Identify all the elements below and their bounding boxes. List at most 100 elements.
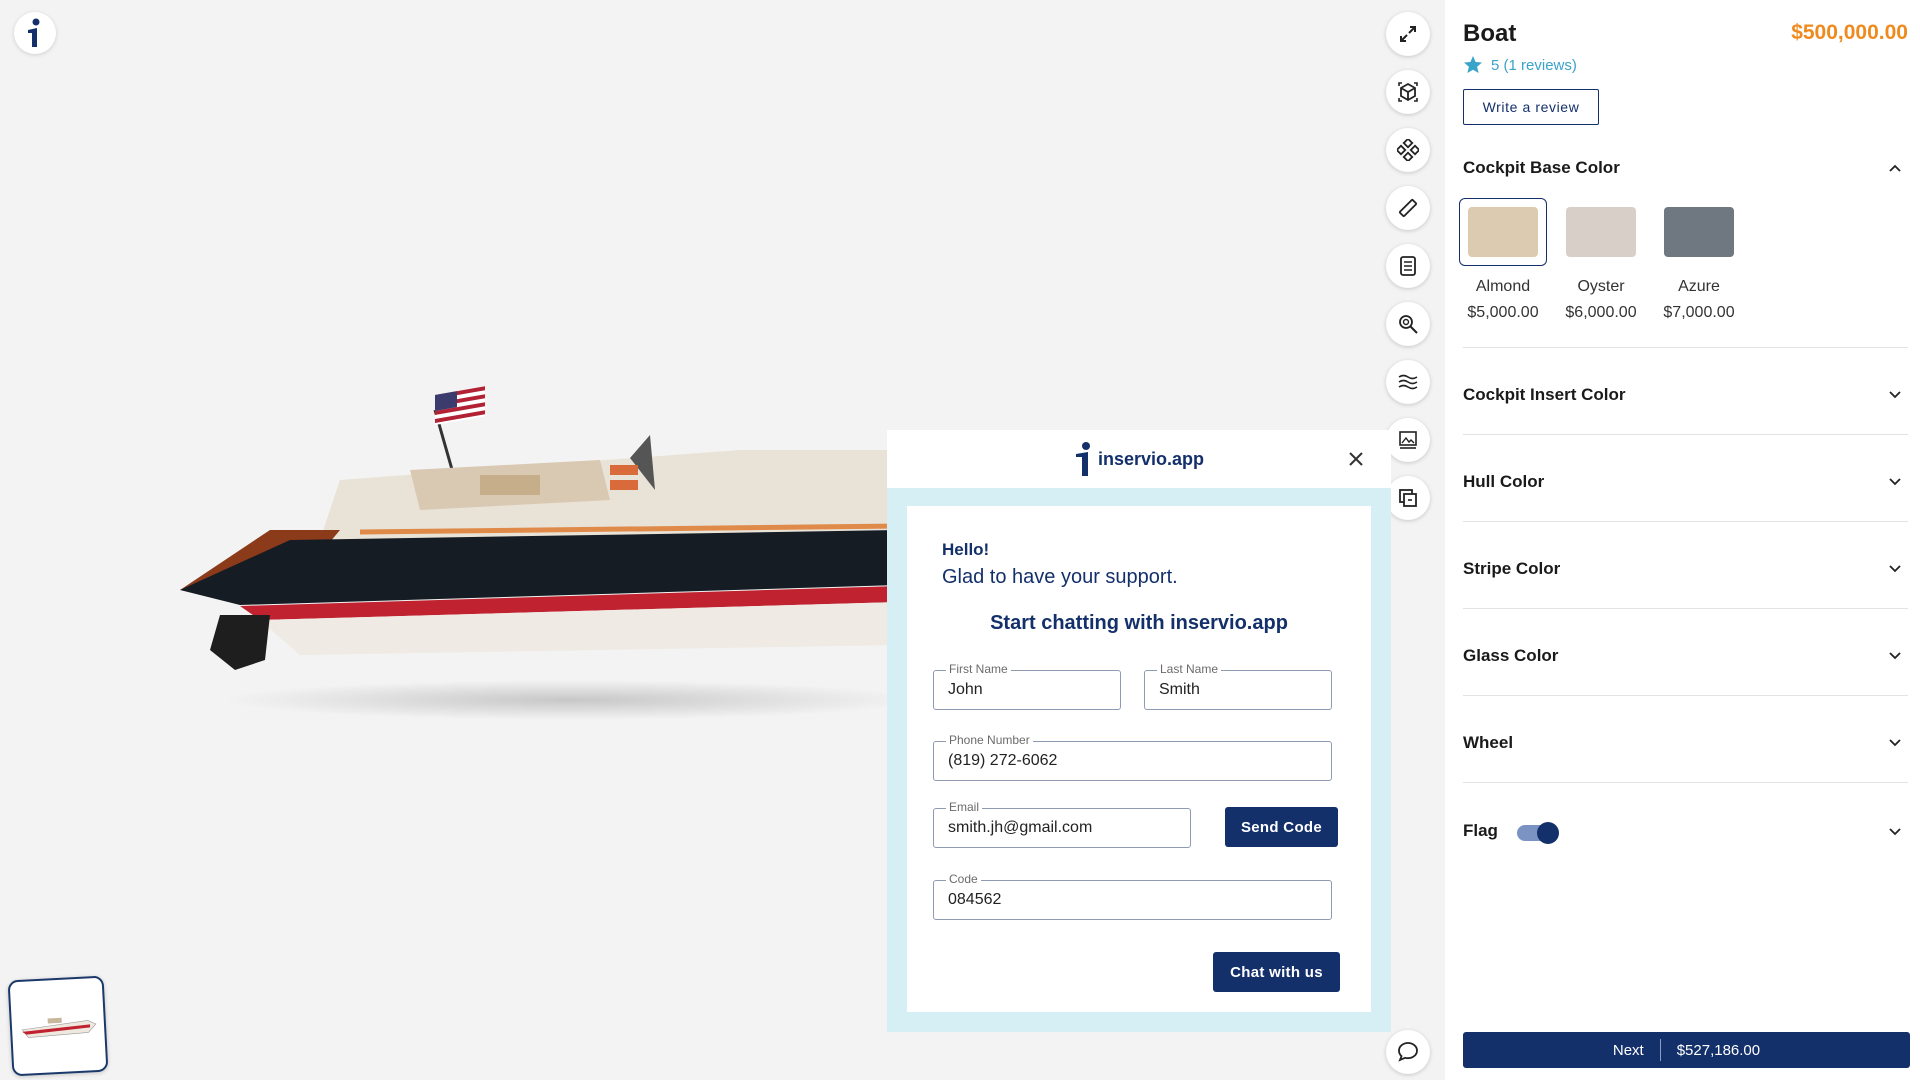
viewer-toolbar (1386, 12, 1432, 534)
swatch-almond[interactable]: Almond $5,000.00 (1459, 198, 1547, 322)
close-icon (1349, 452, 1363, 466)
notes-button[interactable] (1386, 244, 1430, 288)
chevron-down-icon (1889, 828, 1901, 836)
chat-modal: inservio.app Hello! Glad to have your su… (887, 430, 1391, 1032)
close-button[interactable] (1345, 448, 1367, 470)
swatch-color (1468, 207, 1538, 257)
hotspots-icon (1397, 139, 1419, 161)
last-name-field[interactable]: Last Name Smith (1144, 662, 1332, 710)
ar-cube-icon (1398, 82, 1418, 102)
chevron-down-icon (1889, 739, 1901, 747)
review-count[interactable]: (1 reviews) (1504, 57, 1577, 74)
first-name-field[interactable]: First Name John (933, 662, 1121, 710)
code-field[interactable]: Code 084562 (933, 872, 1332, 920)
greeting-heading: Hello! (942, 540, 990, 559)
swatch-name: Almond (1475, 278, 1531, 295)
copy-button[interactable] (1386, 476, 1430, 520)
swatch-oyster[interactable]: Oyster $6,000.00 (1561, 198, 1641, 322)
swatch-price: $5,000.00 (1467, 304, 1539, 321)
measure-button[interactable] (1386, 186, 1430, 230)
us-flag-icon (435, 386, 485, 426)
section-title: Hull Color (1463, 472, 1545, 491)
email-field[interactable]: Email smith.jh@gmail.com (933, 800, 1191, 848)
last-name-value: Smith (1159, 681, 1200, 698)
cockpit-base-swatches: Almond $5,000.00 Oyster $6,000.00 Azure … (1459, 198, 1739, 322)
measure-icon (1399, 199, 1417, 217)
section-flag[interactable]: Flag (1463, 783, 1908, 870)
last-name-label: Last Name (1157, 662, 1222, 676)
email-value: smith.jh@gmail.com (948, 819, 1093, 836)
inservio-logo-icon (1075, 442, 1090, 476)
ar-view-button[interactable] (1386, 70, 1430, 114)
rating-value: 5 (1491, 56, 1500, 74)
flag-toggle[interactable] (1517, 822, 1559, 844)
section-hull-color[interactable]: Hull Color (1463, 435, 1908, 522)
gallery-button[interactable] (1386, 418, 1430, 462)
send-code-button[interactable]: Send Code (1225, 807, 1338, 847)
section-title: Glass Color (1463, 646, 1559, 665)
next-button[interactable]: Next $527,186.00 (1463, 1032, 1910, 1068)
first-name-value: John (948, 681, 983, 698)
swatch-tile (1655, 198, 1743, 266)
greeting-text: Glad to have your support. (942, 566, 1178, 588)
chevron-down-icon (1889, 652, 1901, 660)
fullscreen-icon (1400, 26, 1416, 42)
next-label: Next (1612, 1041, 1644, 1059)
total-price: $527,186.00 (1676, 1041, 1761, 1059)
swatch-name: Oyster (1577, 278, 1625, 295)
section-title: Flag (1463, 821, 1498, 840)
divider (1659, 1039, 1661, 1061)
product-rating[interactable]: 5 (1 reviews) (1463, 55, 1577, 75)
swatch-name: Azure (1678, 278, 1720, 295)
brand-logo[interactable] (14, 12, 56, 54)
boat-illustration (180, 386, 901, 670)
phone-number-label: Phone Number (946, 733, 1033, 747)
swatch-color (1664, 207, 1734, 257)
inservio-logo-icon (28, 18, 40, 47)
swatch-color (1566, 207, 1636, 257)
notes-icon (1400, 256, 1416, 276)
gallery-icon (1399, 431, 1417, 449)
code-value: 084562 (948, 891, 1002, 908)
swatch-tile (1459, 198, 1547, 266)
section-title: Cockpit Base Color (1463, 158, 1620, 177)
fullscreen-button[interactable] (1386, 12, 1430, 56)
write-review-button[interactable]: Write a review (1463, 89, 1599, 125)
zoom-search-button[interactable] (1386, 302, 1430, 346)
email-label: Email (946, 800, 983, 814)
product-price: $500,000.00 (1791, 21, 1908, 44)
chevron-down-icon (1889, 478, 1901, 486)
swatch-tile (1557, 198, 1645, 266)
section-title: Cockpit Insert Color (1463, 385, 1626, 404)
copy-icon (1399, 489, 1417, 507)
hotspots-button[interactable] (1386, 128, 1430, 172)
swatch-azure[interactable]: Azure $7,000.00 (1659, 198, 1739, 322)
phone-number-value: (819) 272-6062 (948, 752, 1058, 769)
section-wheel[interactable]: Wheel (1463, 696, 1908, 783)
chat-bubble-icon (1398, 1042, 1418, 1062)
swatch-price: $6,000.00 (1565, 304, 1637, 321)
boat-model[interactable] (180, 380, 920, 720)
section-title: Wheel (1463, 733, 1514, 752)
chat-intro-title: Start chatting with inservio.app (990, 612, 1288, 634)
section-glass-color[interactable]: Glass Color (1463, 609, 1908, 696)
chevron-down-icon (1889, 565, 1901, 573)
code-label: Code (946, 872, 981, 886)
water-icon (1398, 374, 1418, 390)
product-panel: Boat $500,000.00 5 (1 reviews) Write a r… (1445, 0, 1920, 1080)
chat-brand-name: inservio.app (1097, 448, 1205, 469)
phone-number-field[interactable]: Phone Number (819) 272-6062 (933, 733, 1332, 781)
boat-thumbnail-icon (21, 1017, 97, 1038)
chat-with-us-button[interactable]: Chat with us (1213, 952, 1340, 992)
chat-launcher-button[interactable] (1386, 1030, 1430, 1074)
water-button[interactable] (1386, 360, 1430, 404)
section-stripe-color[interactable]: Stripe Color (1463, 522, 1908, 609)
chat-brand: inservio.app (1074, 441, 1204, 477)
view-thumbnail[interactable] (7, 975, 109, 1077)
toggle-knob (1537, 822, 1559, 844)
boat-shadow (220, 680, 920, 720)
product-title: Boat (1463, 20, 1517, 47)
section-cockpit-insert-color[interactable]: Cockpit Insert Color (1463, 348, 1908, 435)
chat-modal-header: inservio.app (887, 430, 1391, 488)
chevron-up-icon (1889, 164, 1901, 172)
